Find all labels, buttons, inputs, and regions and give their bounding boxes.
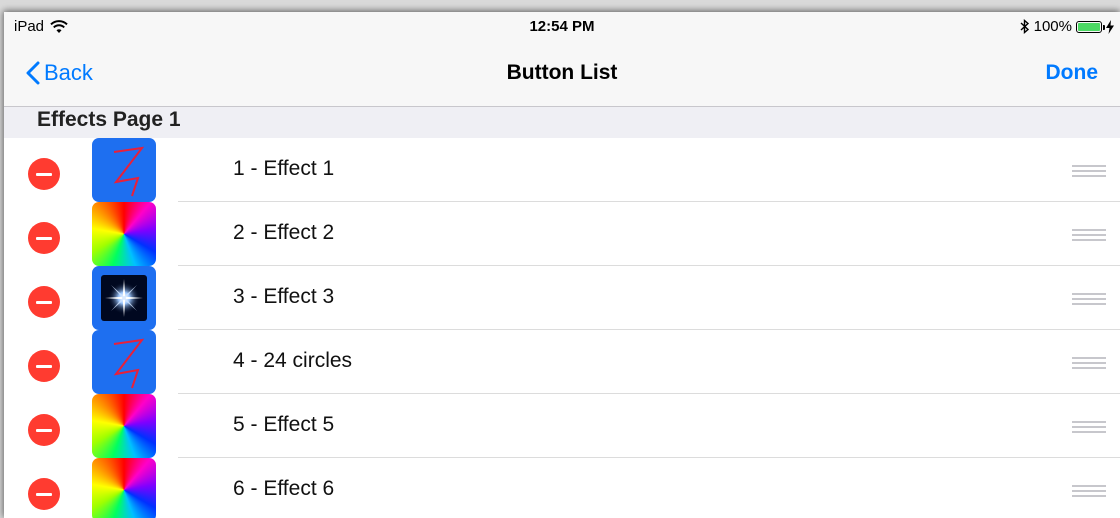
- reorder-handle-icon[interactable]: [1072, 293, 1106, 308]
- list-item-label: 5 - Effect 5: [233, 413, 335, 436]
- navigation-bar: Back Button List Done: [4, 42, 1120, 107]
- section-header: Effects Page 1: [37, 108, 181, 131]
- bluetooth-icon: [1020, 19, 1029, 34]
- done-button[interactable]: Done: [1046, 61, 1099, 85]
- list-item-label: 6 - Effect 6: [233, 477, 335, 500]
- status-bar: iPad 12:54 PM 100%: [4, 12, 1120, 42]
- delete-button[interactable]: [28, 478, 60, 510]
- battery-icon: [1076, 20, 1105, 33]
- battery-level: [1078, 22, 1100, 31]
- list-item[interactable]: 6 - Effect 6: [4, 458, 1120, 518]
- page-title: Button List: [506, 61, 618, 84]
- back-button[interactable]: Back: [26, 60, 93, 86]
- list-item-label: 2 - Effect 2: [233, 221, 335, 244]
- delete-button[interactable]: [28, 158, 60, 190]
- button-list: 1 - Effect 1 2 - Effect 2 3 - Effect 3 4…: [4, 138, 1120, 518]
- list-item-label: 3 - Effect 3: [233, 285, 335, 308]
- charging-bolt-icon: [1106, 19, 1114, 34]
- delete-button[interactable]: [28, 414, 60, 446]
- color-wheel-icon: [92, 394, 156, 458]
- reorder-handle-icon[interactable]: [1072, 357, 1106, 372]
- battery-percent: 100%: [1033, 18, 1072, 35]
- list-item[interactable]: 3 - Effect 3: [4, 266, 1120, 330]
- color-wheel-icon: [92, 202, 156, 266]
- reorder-handle-icon[interactable]: [1072, 485, 1106, 500]
- star-burst-icon: [92, 266, 156, 330]
- color-wheel-icon: [92, 458, 156, 518]
- app-window: iPad 12:54 PM 100% Back Button List Done…: [4, 12, 1120, 518]
- delete-button[interactable]: [28, 350, 60, 382]
- reorder-handle-icon[interactable]: [1072, 421, 1106, 436]
- delete-button[interactable]: [28, 222, 60, 254]
- reorder-handle-icon[interactable]: [1072, 229, 1106, 244]
- delete-button[interactable]: [28, 286, 60, 318]
- list-item[interactable]: 2 - Effect 2: [4, 202, 1120, 266]
- chevron-left-icon: [26, 61, 40, 85]
- list-item-label: 1 - Effect 1: [233, 157, 335, 180]
- status-time: 12:54 PM: [529, 18, 595, 35]
- list-item[interactable]: 4 - 24 circles: [4, 330, 1120, 394]
- back-label: Back: [44, 60, 93, 85]
- reorder-handle-icon[interactable]: [1072, 165, 1106, 180]
- lightning-icon: [92, 138, 156, 202]
- list-item[interactable]: 1 - Effect 1: [4, 138, 1120, 202]
- lightning-icon: [92, 330, 156, 394]
- list-item-label: 4 - 24 circles: [233, 349, 353, 372]
- list-item[interactable]: 5 - Effect 5: [4, 394, 1120, 458]
